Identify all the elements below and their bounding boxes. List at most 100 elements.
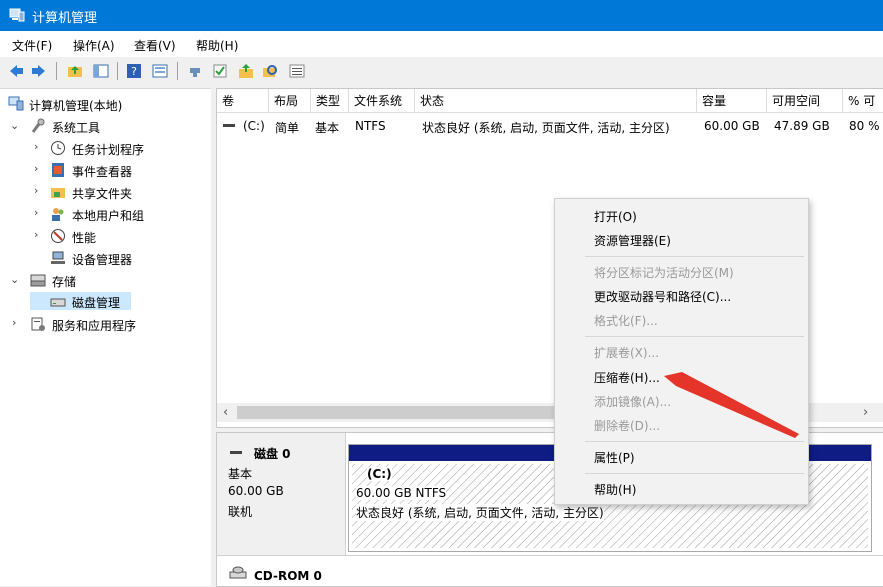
cdrom-name: CD-ROM 0 — [254, 569, 322, 583]
menu-item-properties[interactable]: 属性(P) — [594, 449, 635, 466]
scrollbar-thumb[interactable] — [237, 406, 577, 419]
disk-size: 60.00 GB — [228, 484, 284, 498]
tree-item-label: 存储 — [52, 275, 77, 289]
tree-item-system-tools[interactable]: ⌄ 系统工具 — [0, 117, 211, 135]
cdrom-icon — [229, 566, 247, 579]
tree-item-label: 任务计划程序 — [72, 143, 145, 157]
properties-view-icon[interactable] — [152, 63, 168, 79]
scroll-left-icon[interactable]: ‹ — [223, 405, 228, 420]
cell-layout: 简单 — [275, 121, 300, 135]
column-header-filesystem[interactable]: 文件系统 — [349, 89, 415, 113]
tree-item-label: 设备管理器 — [72, 253, 133, 267]
menu-separator — [585, 441, 804, 442]
tree-item-device-manager[interactable]: 设备管理器 — [0, 249, 211, 267]
chevron-right-icon[interactable]: › — [34, 163, 44, 174]
tree-item-shared-folders[interactable]: › 共享文件夹 — [0, 183, 211, 201]
column-header-layout[interactable]: 布局 — [269, 89, 311, 113]
svg-text:?: ? — [131, 65, 137, 78]
context-menu: 打开(O) 资源管理器(E) 将分区标记为活动分区(M) 更改驱动器号和路径(C… — [554, 198, 809, 505]
menu-separator — [585, 473, 804, 474]
menu-item-extend-volume: 扩展卷(X)... — [594, 346, 660, 360]
column-header-percent-free[interactable]: % 可 — [843, 89, 883, 113]
connect-icon[interactable] — [188, 63, 204, 79]
scroll-right-icon[interactable]: › — [863, 405, 868, 420]
menu-item-explorer[interactable]: 资源管理器(E) — [594, 232, 671, 249]
disk-icon — [50, 298, 66, 307]
table-row[interactable]: (C:) 简单 基本 NTFS 状态良好 (系统, 启动, 页面文件, 活动, … — [217, 115, 883, 135]
tree-item-label: 计算机管理(本地) — [29, 99, 123, 113]
computer-management-icon — [8, 96, 24, 111]
column-header-volume[interactable]: 卷 — [217, 89, 269, 113]
show-tree-icon[interactable] — [93, 63, 109, 79]
menu-view[interactable]: 查看(V) — [134, 37, 176, 54]
column-header-capacity[interactable]: 容量 — [697, 89, 767, 113]
up-folder-icon[interactable] — [67, 63, 83, 79]
tree-item-disk-management[interactable]: 磁盘管理 — [30, 292, 131, 310]
disk-state: 联机 — [228, 505, 253, 519]
tree-item-event-viewer[interactable]: › 事件查看器 — [0, 161, 211, 179]
partition-size-fs: 60.00 GB NTFS — [356, 486, 447, 500]
chevron-right-icon[interactable]: › — [12, 317, 22, 328]
tree-item-label: 共享文件夹 — [72, 187, 133, 201]
forward-arrow-icon[interactable] — [31, 63, 47, 79]
menu-item-open[interactable]: 打开(O) — [594, 208, 637, 225]
services-icon — [31, 317, 45, 331]
chevron-right-icon[interactable]: › — [34, 185, 44, 196]
search-folder-icon[interactable] — [262, 63, 278, 79]
menu-item-delete-volume: 删除卷(D)... — [594, 419, 661, 433]
event-viewer-icon — [52, 163, 64, 177]
tree-item-task-scheduler[interactable]: › 任务计划程序 — [0, 139, 211, 157]
back-arrow-icon[interactable] — [8, 63, 24, 79]
tree-item-storage[interactable]: ⌄ 存储 — [0, 271, 211, 289]
column-header-status[interactable]: 状态 — [415, 89, 697, 113]
menu-bar: 文件(F) 操作(A) 查看(V) 帮助(H) — [0, 31, 883, 57]
storage-icon — [30, 274, 46, 287]
menu-item-change-drive-letter[interactable]: 更改驱动器号和路径(C)... — [594, 288, 731, 305]
navigation-tree: 计算机管理(本地) ⌄ 系统工具 › 任务计划程序 › 事件查看器 › 共享文件… — [0, 88, 211, 586]
chevron-right-icon[interactable]: › — [34, 229, 44, 240]
toolbar-divider — [117, 62, 118, 80]
window-title: 计算机管理 — [32, 11, 98, 26]
tree-item-performance[interactable]: › 性能 — [0, 227, 211, 245]
disk-type: 基本 — [228, 467, 253, 481]
cell-status: 状态良好 (系统, 启动, 页面文件, 活动, 主分区) — [422, 121, 670, 135]
column-header-free-space[interactable]: 可用空间 — [767, 89, 843, 113]
tree-item-local-users[interactable]: › 本地用户和组 — [0, 205, 211, 223]
help-icon[interactable]: ? — [126, 63, 142, 79]
tree-item-label: 本地用户和组 — [72, 209, 145, 223]
tools-icon — [31, 118, 45, 133]
menu-item-shrink-volume[interactable]: 压缩卷(H)... — [594, 369, 660, 386]
clock-icon — [51, 141, 65, 155]
tree-item-services-apps[interactable]: › 服务和应用程序 — [0, 315, 211, 333]
chevron-down-icon[interactable]: ⌄ — [10, 274, 20, 285]
shared-folder-icon — [51, 188, 65, 198]
chevron-right-icon[interactable]: › — [34, 141, 44, 152]
tree-item-label: 服务和应用程序 — [52, 319, 137, 333]
cdrom-row[interactable]: CD-ROM 0 — [217, 559, 883, 586]
device-manager-icon — [51, 251, 65, 264]
menu-item-mark-active: 将分区标记为活动分区(M) — [594, 266, 734, 280]
tree-item-root[interactable]: 计算机管理(本地) — [0, 95, 211, 113]
menu-separator — [585, 336, 804, 337]
menu-item-add-mirror: 添加镜像(A)... — [594, 395, 672, 409]
menu-action[interactable]: 操作(A) — [73, 37, 115, 54]
partition-status: 状态良好 (系统, 启动, 页面文件, 活动, 主分区) — [356, 504, 604, 521]
checklist-icon[interactable] — [212, 63, 228, 79]
chevron-down-icon[interactable]: ⌄ — [10, 120, 20, 131]
list-view-icon[interactable] — [289, 63, 305, 79]
cell-capacity: 60.00 GB — [704, 119, 760, 133]
column-header-type[interactable]: 类型 — [311, 89, 349, 113]
toolbar-divider — [177, 62, 178, 80]
export-icon[interactable] — [238, 63, 254, 79]
disk-icon — [230, 451, 242, 454]
menu-help[interactable]: 帮助(H) — [196, 37, 238, 54]
menu-separator — [585, 256, 804, 257]
performance-icon — [51, 229, 65, 243]
users-icon — [52, 208, 64, 221]
disk-info-panel[interactable]: 磁盘 0 基本 60.00 GB 联机 — [217, 433, 346, 555]
cell-filesystem: NTFS — [355, 119, 386, 133]
chevron-right-icon[interactable]: › — [34, 207, 44, 218]
menu-file[interactable]: 文件(F) — [12, 37, 52, 54]
tree-item-label: 磁盘管理 — [72, 296, 121, 310]
menu-item-help[interactable]: 帮助(H) — [594, 481, 636, 498]
